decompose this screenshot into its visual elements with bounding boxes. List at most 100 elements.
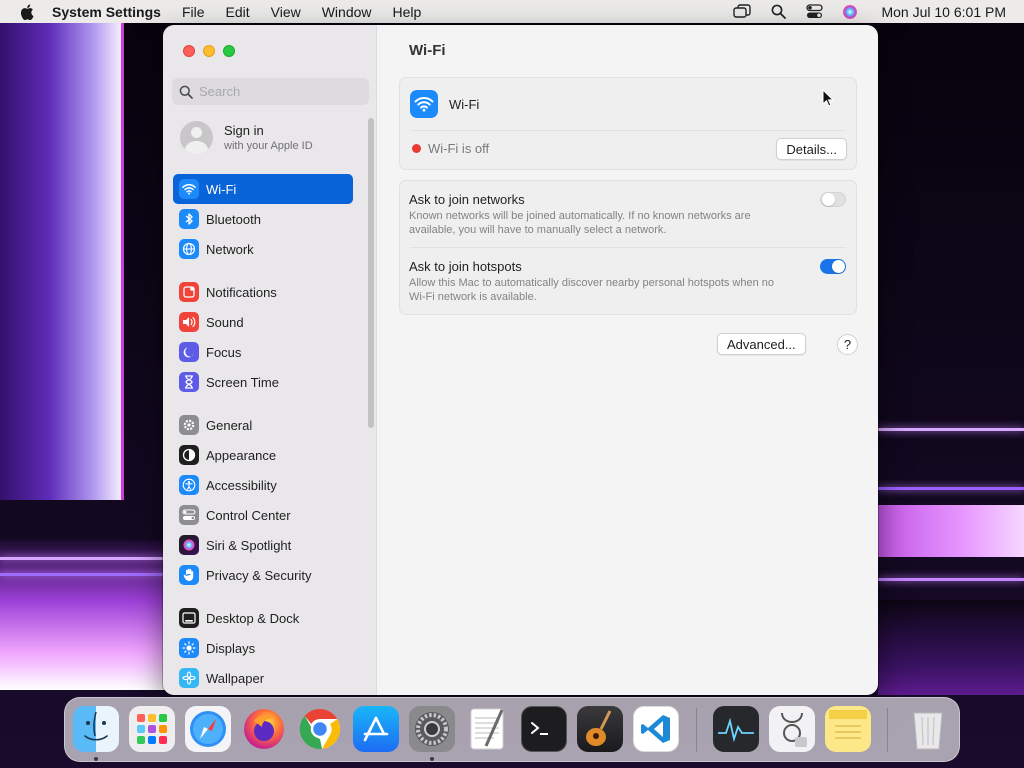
hand-icon — [179, 565, 199, 585]
wifi-status-card: Wi-Fi Wi-Fi is off Details... — [399, 77, 857, 170]
advanced-button[interactable]: Advanced... — [717, 333, 806, 355]
system-settings-window: Sign in with your Apple ID Wi-Fi Bluetoo… — [163, 25, 878, 695]
safari-icon[interactable] — [185, 706, 231, 752]
wallpaper-shape — [0, 557, 165, 560]
close-window-button[interactable] — [183, 45, 195, 57]
sidebar-item-general[interactable]: General — [173, 410, 353, 440]
sidebar-item-label: Network — [206, 241, 254, 257]
control-center-icon — [179, 505, 199, 525]
sidebar-item-label: Screen Time — [206, 374, 279, 390]
trash-icon[interactable] — [905, 706, 951, 752]
firefox-icon[interactable] — [241, 706, 287, 752]
sidebar: Sign in with your Apple ID Wi-Fi Bluetoo… — [163, 25, 377, 695]
account-subtitle: with your Apple ID — [224, 140, 313, 152]
dock — [64, 697, 960, 762]
sidebar-item-label: Privacy & Security — [206, 567, 312, 583]
sidebar-scrollbar[interactable] — [368, 118, 374, 428]
sidebar-item-network[interactable]: Network — [173, 234, 353, 264]
apple-id-sign-in[interactable]: Sign in with your Apple ID — [180, 121, 313, 154]
wifi-icon — [179, 179, 199, 199]
divider — [410, 130, 846, 131]
dock-separator — [696, 708, 697, 752]
disk-utility-icon[interactable] — [769, 706, 815, 752]
sidebar-item-label: Control Center — [206, 507, 291, 523]
spotlight-search-icon[interactable] — [769, 4, 787, 20]
account-title: Sign in — [224, 123, 264, 138]
minimize-window-button[interactable] — [203, 45, 215, 57]
menu-help[interactable]: Help — [393, 4, 422, 20]
menu-file[interactable]: File — [182, 4, 205, 20]
apple-menu-icon[interactable] — [20, 3, 34, 20]
wifi-toggle-label: Wi-Fi — [449, 97, 480, 112]
terminal-icon[interactable] — [521, 706, 567, 752]
vscode-icon[interactable] — [633, 706, 679, 752]
ask-join-hotspots-toggle[interactable] — [820, 259, 846, 274]
sidebar-item-accessibility[interactable]: Accessibility — [173, 470, 353, 500]
mouse-cursor-icon — [822, 89, 834, 107]
sidebar-item-sound[interactable]: Sound — [173, 307, 353, 337]
sidebar-item-label: Appearance — [206, 447, 277, 463]
network-options-card: Ask to join networks Known networks will… — [399, 180, 857, 315]
sidebar-item-appearance[interactable]: Appearance — [173, 440, 353, 470]
sidebar-item-label: Desktop & Dock — [206, 610, 300, 626]
sidebar-item-label: General — [206, 417, 253, 433]
chrome-icon[interactable] — [297, 706, 343, 752]
menu-edit[interactable]: Edit — [226, 4, 250, 20]
notes-icon[interactable] — [825, 706, 871, 752]
wifi-status-text: Wi-Fi is off — [428, 141, 490, 156]
sidebar-item-label: Wi-Fi — [206, 181, 237, 197]
bluetooth-icon — [179, 209, 199, 229]
sidebar-item-control-center[interactable]: Control Center — [173, 500, 353, 530]
sidebar-item-screen-time[interactable]: Screen Time — [173, 367, 353, 397]
sidebar-item-label: Focus — [206, 344, 242, 360]
sidebar-item-label: Wallpaper — [206, 670, 265, 686]
dock-separator — [887, 708, 888, 752]
sidebar-search[interactable] — [172, 78, 369, 105]
sidebar-item-displays[interactable]: Displays — [173, 633, 353, 663]
sidebar-item-wifi[interactable]: Wi-Fi — [173, 174, 353, 204]
menu-app-name[interactable]: System Settings — [52, 4, 161, 20]
screen-mirroring-icon[interactable] — [733, 4, 752, 20]
garageband-icon[interactable] — [577, 706, 623, 752]
activity-monitor-icon[interactable] — [713, 706, 759, 752]
window-controls — [183, 45, 235, 57]
launchpad-icon[interactable] — [129, 706, 175, 752]
system-settings-icon[interactable] — [409, 706, 455, 752]
help-button[interactable]: ? — [837, 334, 858, 355]
textedit-icon[interactable] — [465, 706, 511, 752]
sidebar-item-privacy-security[interactable]: Privacy & Security — [173, 560, 353, 590]
sidebar-item-siri-spotlight[interactable]: Siri & Spotlight — [173, 530, 353, 560]
finder-icon[interactable] — [73, 706, 119, 752]
sidebar-item-label: Sound — [206, 314, 244, 330]
sidebar-item-notifications[interactable]: Notifications — [173, 277, 353, 307]
sidebar-item-focus[interactable]: Focus — [173, 337, 353, 367]
wallpaper-shape — [0, 20, 124, 500]
menu-window[interactable]: Window — [322, 4, 372, 20]
desktop-dock-icon — [179, 608, 199, 628]
menu-view[interactable]: View — [271, 4, 301, 20]
search-input[interactable] — [199, 84, 359, 99]
menu-clock[interactable]: Mon Jul 10 6:01 PM — [881, 4, 1006, 20]
details-button[interactable]: Details... — [776, 138, 847, 160]
sidebar-item-label: Displays — [206, 640, 256, 656]
ask-join-networks-toggle[interactable] — [820, 192, 846, 207]
wallpaper-shape — [0, 540, 170, 690]
zoom-window-button[interactable] — [223, 45, 235, 57]
sidebar-item-desktop-dock[interactable]: Desktop & Dock — [173, 603, 353, 633]
app-store-icon[interactable] — [353, 706, 399, 752]
sidebar-item-bluetooth[interactable]: Bluetooth — [173, 204, 353, 234]
wallpaper-shape — [878, 578, 1024, 581]
control-center-icon[interactable] — [805, 4, 823, 20]
moon-icon — [179, 342, 199, 362]
search-icon — [179, 85, 193, 99]
sidebar-item-label: Notifications — [206, 284, 277, 300]
wallpaper-shape — [0, 573, 165, 576]
wallpaper-shape — [878, 505, 1024, 557]
siri-icon[interactable] — [841, 4, 859, 20]
status-indicator-dot — [412, 144, 421, 153]
sidebar-nav: Wi-Fi Bluetooth Network Notifications So… — [173, 174, 353, 693]
ask-join-hotspots-title: Ask to join hotspots — [409, 259, 522, 274]
sun-icon — [179, 638, 199, 658]
menu-status-area: Mon Jul 10 6:01 PM — [733, 0, 1006, 23]
sidebar-item-wallpaper[interactable]: Wallpaper — [173, 663, 353, 693]
